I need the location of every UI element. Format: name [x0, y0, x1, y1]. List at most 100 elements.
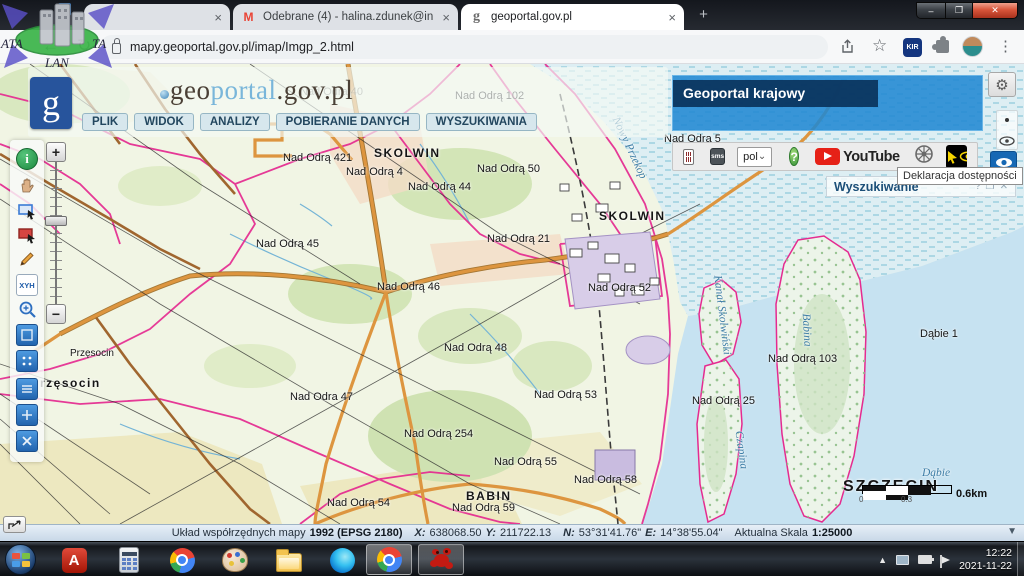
profile-avatar[interactable] [962, 36, 983, 57]
collapse-dot-icon[interactable] [1005, 118, 1009, 122]
language-select[interactable]: pol ⌄ [737, 146, 773, 167]
map-label: Nad Odrą 48 [444, 342, 507, 354]
e-label: E: [645, 527, 657, 539]
youtube-play-icon [815, 148, 841, 165]
pan-hand-tool[interactable] [16, 174, 38, 196]
taskbar-paint[interactable] [221, 546, 249, 574]
tray-expand-icon[interactable]: ▲ [878, 555, 887, 565]
system-tray: ▲ 12:22 2021-11-22 [878, 542, 1024, 576]
map-label: rzęsocin [40, 376, 101, 390]
help-button[interactable]: ? [789, 147, 800, 166]
taskbar-chrome-active[interactable] [366, 544, 412, 575]
map-label: Nad Odrą 53 [534, 389, 597, 401]
map-label: Nad Odrą 25 [692, 395, 755, 407]
contrast-eye-button[interactable] [959, 145, 968, 169]
battery-tray-icon[interactable] [918, 555, 935, 564]
zoom-slider-handle[interactable] [45, 216, 67, 226]
y-value: 211722.13 [499, 527, 552, 539]
tab-close-icon[interactable]: × [668, 11, 676, 24]
zoom-magnifier-tool[interactable] [16, 298, 38, 320]
identify-tool[interactable]: i [16, 148, 38, 170]
scale-tick-mid: 0.3 [901, 495, 913, 504]
new-tab-button[interactable]: + [695, 7, 712, 24]
start-button[interactable] [5, 544, 36, 575]
clock-time: 12:22 [985, 546, 1012, 559]
share-icon[interactable] [840, 39, 855, 59]
taskbar-calculator[interactable] [115, 546, 143, 574]
draw-pencil-tool[interactable] [16, 248, 38, 270]
menu-pobieranie-danych[interactable]: POBIERANIE DANYCH [275, 113, 420, 131]
tab-close-icon[interactable]: × [442, 11, 450, 24]
chrome-icon [376, 547, 402, 572]
menu-plik[interactable]: PLIK [82, 113, 129, 131]
sms-icon[interactable]: sms [710, 148, 726, 165]
taskbar-clock[interactable]: 12:22 2021-11-22 [959, 547, 1012, 573]
refresh-icon[interactable]: ↻ [77, 36, 91, 56]
scale-dropdown-caret[interactable]: ▼ [1007, 526, 1017, 537]
taskbar-chrome[interactable] [168, 546, 196, 574]
zoom-in-button[interactable]: + [46, 142, 66, 162]
layer-tool-4[interactable] [16, 404, 38, 426]
geoportal-krajowy-panel[interactable]: Geoportal krajowy [672, 75, 983, 131]
calculator-icon [119, 547, 139, 573]
taskbar-red-app-active[interactable] [418, 544, 464, 575]
paint-icon [222, 548, 248, 572]
maximize-button[interactable]: ❐ [946, 3, 973, 18]
back-icon[interactable]: ← [42, 36, 59, 56]
kir-extension-icon[interactable]: KIR [903, 38, 922, 57]
tab-2-gmail[interactable]: M Odebrane (4) - halina.zdunek@in × [233, 4, 458, 30]
taskbar-edge[interactable] [328, 546, 356, 574]
address-bar[interactable]: mapy.geoportal.gov.pl/imap/Imgp_2.html [100, 35, 828, 59]
xyh-coordinates-tool[interactable]: XYH [16, 274, 38, 296]
menu-analizy[interactable]: ANALIZY [199, 113, 270, 131]
settings-gear-button[interactable]: ⚙ [988, 72, 1016, 97]
map-viewport[interactable]: Nad Odrą 102Nad Odra 40Nad Odrą 5Nad Odr… [0, 64, 1024, 524]
network-tray-icon[interactable] [896, 554, 910, 565]
layer-tool-1[interactable] [16, 324, 38, 346]
zoom-slider-track[interactable] [50, 162, 62, 304]
browser-toolbar: ← ↻ mapy.geoportal.gov.pl/imap/Imgp_2.ht… [0, 30, 1024, 64]
url-text[interactable]: mapy.geoportal.gov.pl/imap/Imgp_2.html [130, 40, 354, 54]
zoom-window-tool[interactable] [16, 200, 38, 222]
map-label: Nad Odrą 45 [256, 238, 319, 250]
screen: × M Odebrane (4) - halina.zdunek@in × g … [0, 0, 1024, 576]
layer-tool-5[interactable] [16, 430, 38, 452]
geoportal-logo[interactable]: g [30, 77, 72, 129]
map-label: Nad Odrą 52 [588, 282, 651, 294]
minimize-button[interactable]: – [917, 3, 946, 18]
layer-tool-3[interactable] [16, 378, 38, 400]
geoportal-title: geoportal.gov.pl [160, 75, 353, 106]
corner-measure-button[interactable] [3, 516, 26, 533]
zoom-out-button[interactable]: − [46, 304, 66, 324]
browser-menu-icon[interactable]: ⋮ [998, 37, 1013, 55]
map-label: Nad Odrą 421 [283, 152, 353, 164]
crs-value: 1992 (EPSG 2180) [309, 527, 403, 539]
gmail-icon: M [243, 10, 254, 24]
eye-outline-icon[interactable] [999, 133, 1015, 151]
menu-widok[interactable]: WIDOK [134, 113, 194, 131]
taskbar-adobe-reader[interactable]: A [60, 546, 88, 574]
show-desktop-button[interactable] [1017, 542, 1024, 576]
layer-tool-2[interactable] [16, 350, 38, 372]
tab-1[interactable]: × [84, 4, 230, 30]
action-center-flag-icon[interactable] [940, 554, 951, 568]
menu-wyszukiwania[interactable]: WYSZUKIWANIA [425, 113, 537, 131]
title-geo: geo [170, 75, 211, 105]
close-button[interactable]: ✕ [973, 3, 1017, 18]
extensions-puzzle-icon[interactable] [932, 36, 949, 53]
taskbar-explorer[interactable] [275, 546, 303, 574]
lock-icon [112, 38, 121, 54]
youtube-link[interactable]: YouTube [815, 148, 900, 165]
red-app-icon [428, 547, 454, 572]
contrast-cursor-button[interactable] [946, 145, 959, 169]
select-area-tool[interactable] [16, 224, 38, 246]
accessibility-wheel-icon[interactable] [914, 144, 934, 169]
tab-3-geoportal[interactable]: g geoportal.gov.pl × [461, 4, 684, 30]
tab-close-icon[interactable]: × [214, 11, 222, 24]
map-label: Nad Odra 47 [290, 391, 353, 403]
map-label: Nad Odrą 58 [574, 474, 637, 486]
window-controls: – ❐ ✕ [916, 2, 1018, 19]
bookmark-star-icon[interactable]: ☆ [872, 36, 887, 56]
map-label: Nad Odrą 4 [346, 166, 403, 178]
legend-grid-icon[interactable] [683, 148, 695, 165]
